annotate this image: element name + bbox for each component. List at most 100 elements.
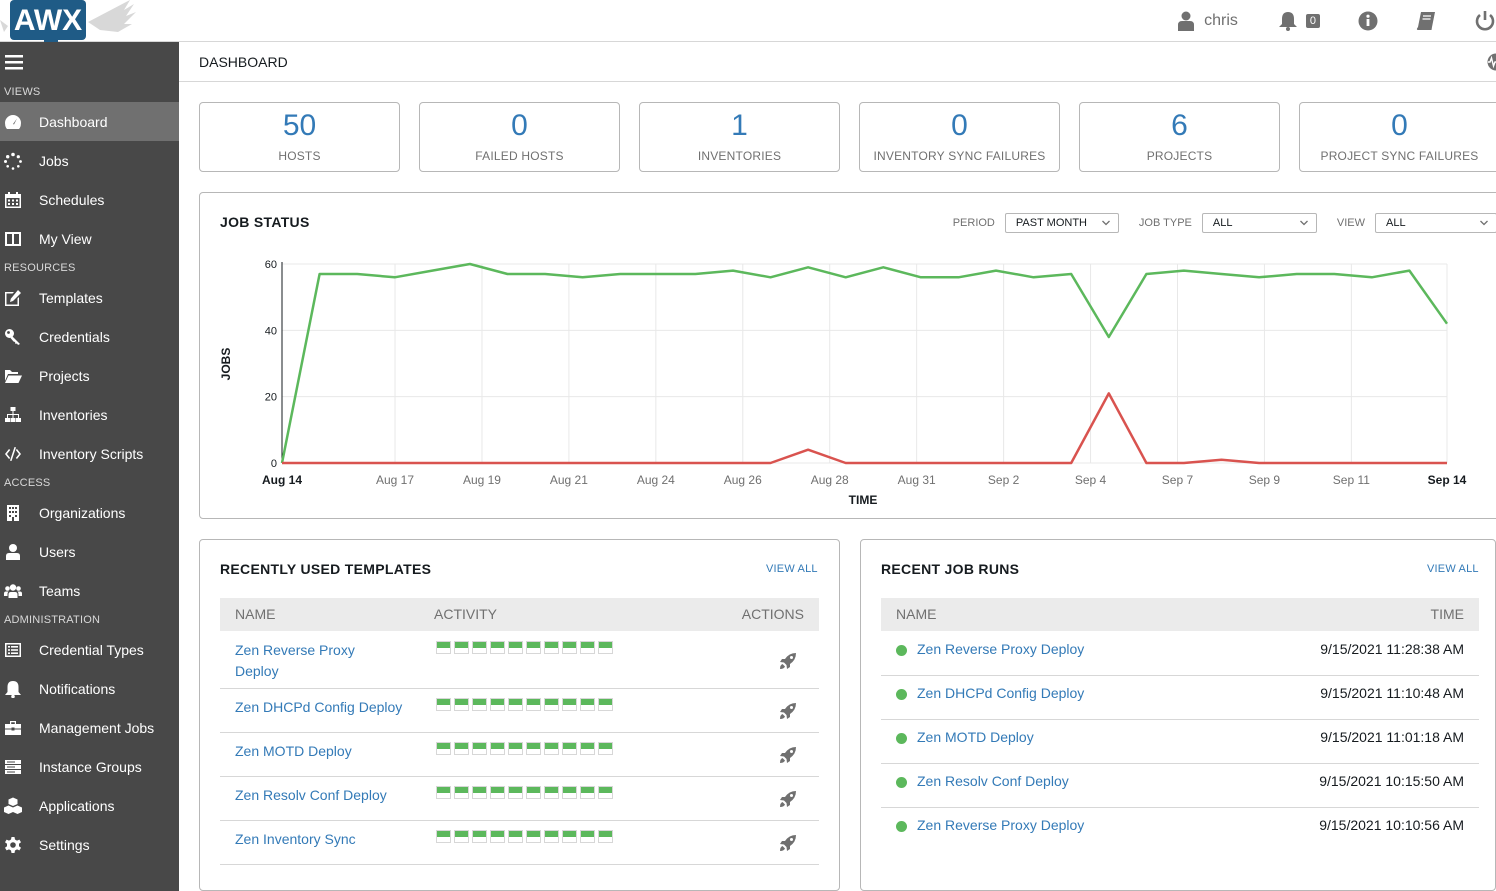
count-card-inventory-sync-failures[interactable]: 0 INVENTORY SYNC FAILURES (859, 102, 1060, 172)
jobs-col-time[interactable]: TIME (1431, 606, 1464, 622)
sidebar-item-organizations[interactable]: Organizations (0, 493, 179, 532)
template-name-line[interactable]: Zen MOTD Deploy (235, 743, 352, 759)
sidebar-item-schedules[interactable]: Schedules (0, 180, 179, 219)
template-name-line[interactable]: Zen Resolv Conf Deploy (235, 787, 387, 803)
templates-view-all-link[interactable]: VIEW ALL (766, 563, 818, 575)
job-name-link[interactable]: Zen Resolv Conf Deploy (917, 773, 1069, 789)
job-status-bar[interactable] (580, 742, 595, 755)
job-status-bar[interactable] (526, 830, 541, 843)
job-status-bar[interactable] (526, 786, 541, 799)
job-success-status-icon[interactable] (896, 689, 907, 700)
job-name-link[interactable]: Zen MOTD Deploy (917, 729, 1034, 745)
job-status-bar[interactable] (490, 786, 505, 799)
job-status-bar[interactable] (580, 786, 595, 799)
launch-template-button[interactable] (779, 702, 797, 723)
launch-template-button[interactable] (779, 790, 797, 811)
sidebar-item-inventories[interactable]: Inventories (0, 395, 179, 434)
sidebar-item-my-view[interactable]: My View (0, 219, 179, 258)
job-status-bar[interactable] (580, 830, 595, 843)
about-button[interactable] (1358, 11, 1378, 31)
sidebar-item-projects[interactable]: Projects (0, 356, 179, 395)
job-success-status-icon[interactable] (896, 777, 907, 788)
job-status-bar[interactable] (472, 742, 487, 755)
job-status-bar[interactable] (454, 742, 469, 755)
job-status-bar[interactable] (472, 830, 487, 843)
sidebar-item-inventory-scripts[interactable]: Inventory Scripts (0, 434, 179, 473)
job-success-status-icon[interactable] (896, 733, 907, 744)
activity-stream-button[interactable] (1478, 52, 1496, 75)
job-name-link[interactable]: Zen Reverse Proxy Deploy (917, 817, 1084, 833)
sidebar-item-credentials[interactable]: Credentials (0, 317, 179, 356)
count-card-failed-hosts[interactable]: 0 FAILED HOSTS (419, 102, 620, 172)
job-status-bar[interactable] (436, 830, 451, 843)
job-status-bar[interactable] (472, 698, 487, 711)
job-status-bar[interactable] (598, 786, 613, 799)
job-status-bar[interactable] (562, 641, 577, 654)
sidebar-item-instance-groups[interactable]: Instance Groups (0, 747, 179, 786)
job-status-bar[interactable] (526, 641, 541, 654)
template-name-link[interactable]: Zen MOTD Deploy (235, 741, 405, 762)
job-status-bar[interactable] (454, 830, 469, 843)
sidebar-item-templates[interactable]: Templates (0, 278, 179, 317)
job-status-bar[interactable] (544, 830, 559, 843)
count-card-projects[interactable]: 6 PROJECTS (1079, 102, 1280, 172)
sidebar-item-applications[interactable]: Applications (0, 786, 179, 825)
job-status-bar[interactable] (562, 830, 577, 843)
menu-toggle-button[interactable] (0, 42, 179, 82)
job-status-bar[interactable] (508, 786, 523, 799)
job-status-bar[interactable] (526, 742, 541, 755)
job-status-bar[interactable] (454, 641, 469, 654)
jobs-view-all-link[interactable]: VIEW ALL (1427, 563, 1479, 575)
sidebar-item-management-jobs[interactable]: Management Jobs (0, 708, 179, 747)
job-status-bar[interactable] (598, 641, 613, 654)
sidebar-item-jobs[interactable]: Jobs (0, 141, 179, 180)
sidebar-item-dashboard[interactable]: Dashboard (0, 102, 179, 141)
docs-button[interactable] (1416, 11, 1436, 31)
user-menu[interactable]: chris (1178, 11, 1238, 31)
job-status-bar[interactable] (580, 641, 595, 654)
template-name-link[interactable]: Zen DHCPd Config Deploy (235, 697, 405, 718)
job-status-bar[interactable] (508, 641, 523, 654)
job-success-status-icon[interactable] (896, 645, 907, 656)
template-name-link[interactable]: Zen Reverse Proxy Deploy (235, 640, 405, 682)
job-status-bar[interactable] (490, 641, 505, 654)
sidebar-item-credential-types[interactable]: Credential Types (0, 630, 179, 669)
sidebar-item-teams[interactable]: Teams (0, 571, 179, 610)
job-status-bar[interactable] (580, 698, 595, 711)
job-status-bar[interactable] (544, 641, 559, 654)
job-status-bar[interactable] (472, 786, 487, 799)
job-success-status-icon[interactable] (896, 821, 907, 832)
job-name-link[interactable]: Zen Reverse Proxy Deploy (917, 641, 1084, 657)
launch-template-button[interactable] (779, 834, 797, 855)
job-status-bar[interactable] (562, 742, 577, 755)
job-status-bar[interactable] (598, 742, 613, 755)
job-status-bar[interactable] (544, 742, 559, 755)
jobs-col-name[interactable]: NAME (896, 606, 936, 622)
job-status-bar[interactable] (490, 830, 505, 843)
job-status-bar[interactable] (436, 742, 451, 755)
job-status-bar[interactable] (508, 830, 523, 843)
job-status-bar[interactable] (436, 641, 451, 654)
template-name-line[interactable]: Deploy (235, 663, 279, 679)
job-status-bar[interactable] (508, 698, 523, 711)
sidebar-item-settings[interactable]: Settings (0, 825, 179, 864)
sidebar-item-notifications[interactable]: Notifications (0, 669, 179, 708)
count-card-hosts[interactable]: 50 HOSTS (199, 102, 400, 172)
logout-button[interactable] (1474, 11, 1496, 31)
count-card-inventories[interactable]: 1 INVENTORIES (639, 102, 840, 172)
job-status-bar[interactable] (544, 698, 559, 711)
job-status-bar[interactable] (562, 786, 577, 799)
sidebar-item-users[interactable]: Users (0, 532, 179, 571)
job-status-bar[interactable] (490, 742, 505, 755)
job-status-bar[interactable] (508, 742, 523, 755)
job-status-bar[interactable] (436, 786, 451, 799)
template-name-link[interactable]: Zen Resolv Conf Deploy (235, 785, 405, 806)
job-status-bar[interactable] (562, 698, 577, 711)
template-name-line[interactable]: Zen Reverse Proxy (235, 642, 355, 658)
job-status-bar[interactable] (436, 698, 451, 711)
template-name-line[interactable]: Zen Inventory Sync (235, 831, 356, 847)
launch-template-button[interactable] (779, 652, 797, 673)
job-status-bar[interactable] (454, 698, 469, 711)
job-status-bar[interactable] (526, 698, 541, 711)
templates-col-name[interactable]: NAME (235, 606, 275, 622)
